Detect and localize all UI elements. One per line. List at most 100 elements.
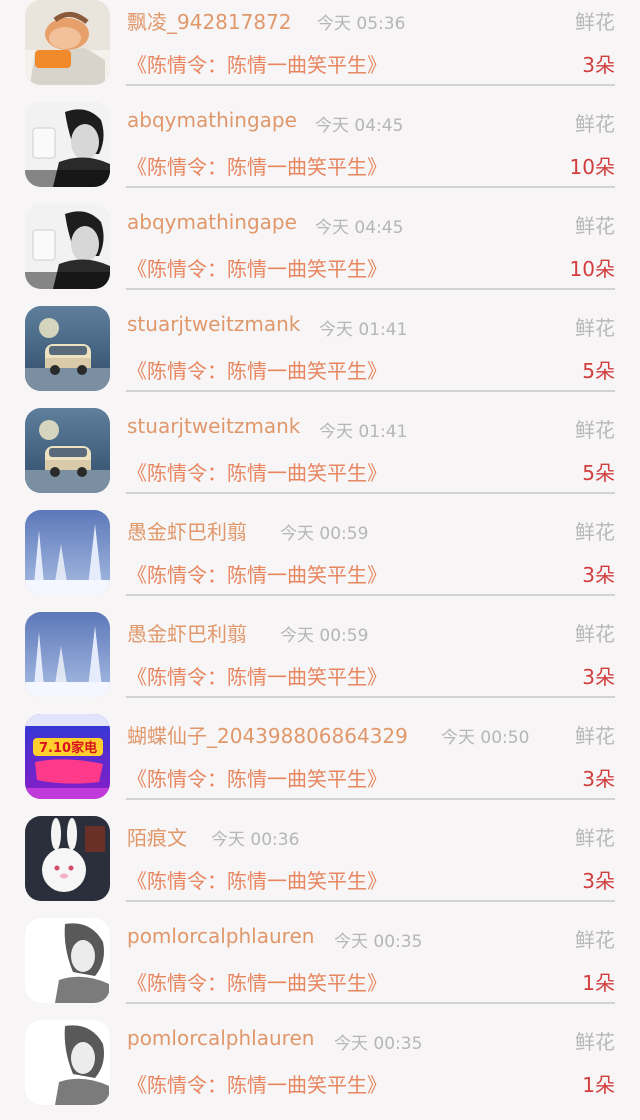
list-item[interactable]: 飘凌_942817872 今天 05:36 鲜花 《陈情令：陈情一曲笑平生》 3… [0,0,640,100]
work-title-link[interactable]: 《陈情令：陈情一曲笑平生》 [127,355,387,384]
username[interactable]: pomlorcalphlauren [127,924,314,948]
promo-banner-avatar: 7.10家电 [25,714,110,799]
gift-type-label: 鲜花 [575,10,615,34]
username[interactable]: 蝴蝶仙子_204398806864329 [127,720,408,749]
username[interactable]: 愚金虾巴利翦 [127,516,247,545]
sketch-portrait-avatar [25,918,110,1003]
gift-count: 10朵 [569,257,615,281]
avatar[interactable] [25,612,110,697]
timestamp: 今天 00:50 [441,728,530,748]
list-item[interactable]: abqymathingape 今天 04:45 鲜花 《陈情令：陈情一曲笑平生》… [0,100,640,202]
divider [126,84,615,86]
divider [126,1002,615,1004]
gift-type-label: 鲜花 [575,112,615,136]
svg-text:7.10家电: 7.10家电 [39,740,97,756]
bw-portrait-avatar [25,204,110,289]
work-title-link[interactable]: 《陈情令：陈情一曲笑平生》 [127,865,387,894]
avatar[interactable] [25,816,110,901]
list-item[interactable]: pomlorcalphlauren 今天 00:35 鲜花 《陈情令：陈情一曲笑… [0,1018,640,1120]
timestamp: 今天 05:36 [317,14,406,34]
gift-count: 1朵 [582,971,615,995]
username[interactable]: pomlorcalphlauren [127,1026,314,1050]
list-item[interactable]: 7.10家电 蝴蝶仙子_204398806864329 今天 00:50 鲜花 … [0,712,640,814]
divider [126,900,615,902]
list-item[interactable]: 愚金虾巴利翦 今天 00:59 鲜花 《陈情令：陈情一曲笑平生》 3朵 [0,508,640,610]
gift-type-label: 鲜花 [575,520,615,544]
work-title-link[interactable]: 《陈情令：陈情一曲笑平生》 [127,967,387,996]
gift-count: 5朵 [582,461,615,485]
username[interactable]: 陌痕文 [127,822,187,851]
username[interactable]: 愚金虾巴利翦 [127,618,247,647]
avatar[interactable] [25,204,110,289]
list-item[interactable]: pomlorcalphlauren 今天 00:35 鲜花 《陈情令：陈情一曲笑… [0,916,640,1018]
snowy-trees-avatar [25,612,110,697]
avatar[interactable] [25,918,110,1003]
gift-count: 3朵 [582,563,615,587]
divider [126,492,615,494]
divider [126,594,615,596]
work-title-link[interactable]: 《陈情令：陈情一曲笑平生》 [127,1069,387,1098]
work-title-link[interactable]: 《陈情令：陈情一曲笑平生》 [127,151,387,180]
work-title-link[interactable]: 《陈情令：陈情一曲笑平生》 [127,49,387,78]
list-item[interactable]: stuarjtweitzmank 今天 01:41 鲜花 《陈情令：陈情一曲笑平… [0,406,640,508]
child-sleeping-avatar [25,0,110,85]
list-item[interactable]: 愚金虾巴利翦 今天 00:59 鲜花 《陈情令：陈情一曲笑平生》 3朵 [0,610,640,712]
timestamp: 今天 00:59 [280,524,369,544]
username[interactable]: stuarjtweitzmank [127,414,300,438]
gift-type-label: 鲜花 [575,1030,615,1054]
gift-count: 3朵 [582,53,615,77]
gift-type-label: 鲜花 [575,622,615,646]
gift-type-label: 鲜花 [575,724,615,748]
gift-record-list: 飘凌_942817872 今天 05:36 鲜花 《陈情令：陈情一曲笑平生》 3… [0,0,640,1110]
divider [126,696,615,698]
avatar[interactable]: 7.10家电 [25,714,110,799]
work-title-link[interactable]: 《陈情令：陈情一曲笑平生》 [127,253,387,282]
username[interactable]: abqymathingape [127,210,297,234]
vintage-van-avatar [25,306,110,391]
bw-portrait-avatar [25,102,110,187]
avatar[interactable] [25,510,110,595]
gift-type-label: 鲜花 [575,418,615,442]
list-item[interactable]: stuarjtweitzmank 今天 01:41 鲜花 《陈情令：陈情一曲笑平… [0,304,640,406]
timestamp: 今天 04:45 [315,116,404,136]
avatar[interactable] [25,1020,110,1105]
vintage-van-avatar [25,408,110,493]
gift-type-label: 鲜花 [575,316,615,340]
timestamp: 今天 00:35 [334,932,423,952]
gift-type-label: 鲜花 [575,214,615,238]
work-title-link[interactable]: 《陈情令：陈情一曲笑平生》 [127,661,387,690]
snowy-trees-avatar [25,510,110,595]
divider [126,798,615,800]
avatar[interactable] [25,102,110,187]
divider [126,186,615,188]
white-rabbit-avatar [25,816,110,901]
avatar[interactable] [25,408,110,493]
work-title-link[interactable]: 《陈情令：陈情一曲笑平生》 [127,457,387,486]
gift-type-label: 鲜花 [575,928,615,952]
avatar[interactable] [25,306,110,391]
timestamp: 今天 00:59 [280,626,369,646]
username[interactable]: stuarjtweitzmank [127,312,300,336]
work-title-link[interactable]: 《陈情令：陈情一曲笑平生》 [127,559,387,588]
timestamp: 今天 04:45 [315,218,404,238]
timestamp: 今天 01:41 [319,320,408,340]
gift-type-label: 鲜花 [575,826,615,850]
gift-count: 10朵 [569,155,615,179]
work-title-link[interactable]: 《陈情令：陈情一曲笑平生》 [127,763,387,792]
username[interactable]: 飘凌_942817872 [127,6,292,35]
timestamp: 今天 01:41 [319,422,408,442]
list-item[interactable]: abqymathingape 今天 04:45 鲜花 《陈情令：陈情一曲笑平生》… [0,202,640,304]
divider [126,390,615,392]
avatar[interactable] [25,0,110,85]
gift-count: 3朵 [582,665,615,689]
gift-count: 1朵 [582,1073,615,1097]
divider [126,288,615,290]
timestamp: 今天 00:35 [334,1034,423,1054]
gift-count: 3朵 [582,869,615,893]
timestamp: 今天 00:36 [211,830,300,850]
sketch-portrait-avatar [25,1020,110,1105]
gift-count: 5朵 [582,359,615,383]
gift-count: 3朵 [582,767,615,791]
list-item[interactable]: 陌痕文 今天 00:36 鲜花 《陈情令：陈情一曲笑平生》 3朵 [0,814,640,916]
username[interactable]: abqymathingape [127,108,297,132]
